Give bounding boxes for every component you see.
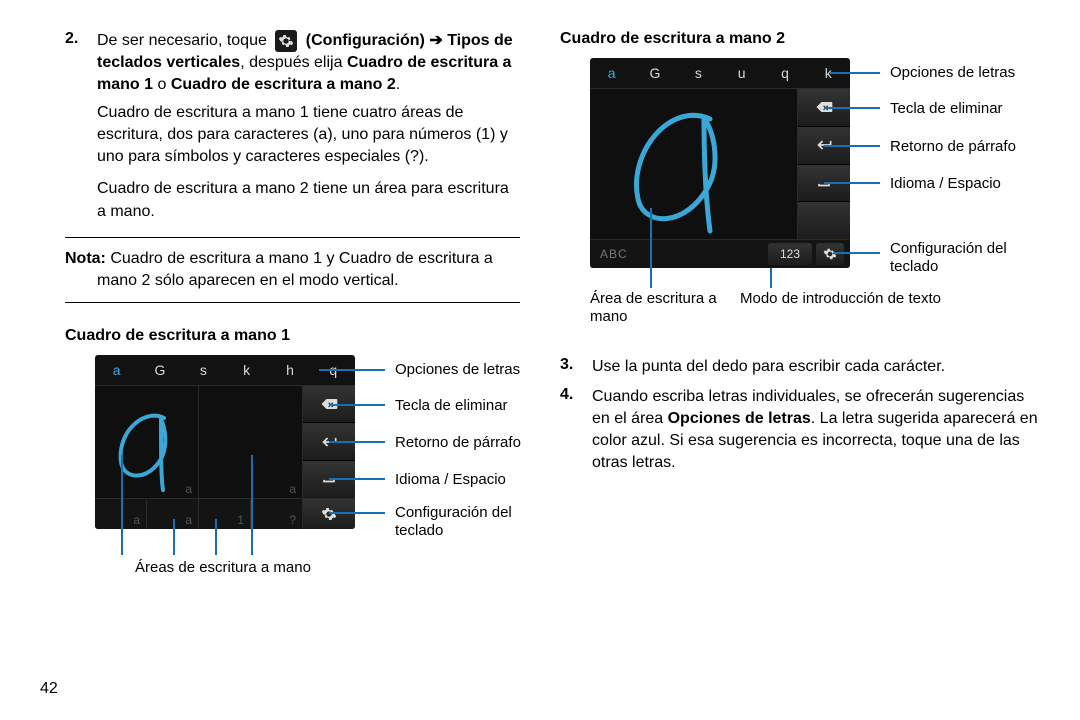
leader-line <box>834 252 880 254</box>
figure-2-title: Cuadro de escritura a mano 2 <box>560 30 1040 48</box>
leader-line <box>830 72 880 74</box>
below-label: Áreas de escritura a mano <box>135 559 311 577</box>
text: (Configuración) <box>306 32 425 49</box>
handwriting-subarea: ? <box>251 499 303 529</box>
paragraph: Cuadro de escritura a mano 2 tiene un ár… <box>97 178 520 222</box>
letter-option: k <box>225 362 268 378</box>
callout: Idioma / Espacio <box>395 471 506 489</box>
step-text: De ser necesario, toque (Configuración) … <box>97 30 520 223</box>
callout: Idioma / Espacio <box>890 175 1001 193</box>
gear-icon <box>275 30 297 52</box>
callout: Configuración del teclado <box>395 504 525 540</box>
note-label: Nota: <box>65 250 106 267</box>
callout: Retorno de párrafo <box>890 138 1016 156</box>
step-number: 2. <box>65 30 97 223</box>
leader-line <box>824 145 880 147</box>
mode-123-key: 123 <box>768 243 812 265</box>
callout: Configuración del teclado <box>890 240 1020 276</box>
handwriting-subarea: 1 <box>199 499 251 529</box>
leader-line <box>173 519 175 555</box>
step-4: 4. Cuando escriba letras individuales, s… <box>560 386 1040 474</box>
figure-1-title: Cuadro de escritura a mano 1 <box>65 327 520 345</box>
leader-line <box>650 208 652 288</box>
callout: Retorno de párrafo <box>395 434 521 452</box>
key-column <box>798 89 850 239</box>
leader-line <box>770 268 772 288</box>
abc-label: ABC <box>590 247 768 261</box>
step-text: Cuando escriba letras individuales, se o… <box>592 386 1040 474</box>
letter-option: a <box>590 65 633 81</box>
callout: Opciones de letras <box>890 64 1015 82</box>
text: . <box>396 76 400 93</box>
callout: Opciones de letras <box>395 361 520 379</box>
step-3: 3. Use la punta del dedo para escribir c… <box>560 356 1040 378</box>
text: o <box>153 76 171 93</box>
gear-key <box>303 499 355 529</box>
leader-line <box>824 107 880 109</box>
leader-line <box>329 404 385 406</box>
page-number: 42 <box>40 680 58 698</box>
step-text: Use la punta del dedo para escribir cada… <box>592 356 1040 378</box>
text: Opciones de letras <box>668 410 811 427</box>
letter-options-bar: a G s u q k <box>590 58 850 89</box>
leader-line <box>329 441 385 443</box>
figure-1: a G s k h q a a <box>95 355 520 635</box>
leader-line <box>824 182 880 184</box>
leader-line <box>251 455 253 555</box>
figure-2: a G s u q k <box>590 58 1040 348</box>
paragraph: Cuadro de escritura a mano 1 tiene cuatr… <box>97 102 520 168</box>
gear-key <box>816 243 844 265</box>
leader-line <box>329 512 385 514</box>
step-number: 4. <box>560 386 592 474</box>
note-block: Nota: Cuadro de escritura a mano 1 y Cua… <box>65 237 520 303</box>
letter-option: q <box>763 65 806 81</box>
leader-line <box>329 478 385 480</box>
below-label: Área de escritura a mano <box>590 290 730 326</box>
handwriting-area: a <box>95 386 199 498</box>
hint: a <box>185 482 192 496</box>
note-text: Cuadro de escritura a mano 1 y Cuadro de… <box>97 250 493 289</box>
leader-line <box>121 455 123 555</box>
leader-line <box>319 369 385 371</box>
handwriting-box-2: a G s u q k <box>590 58 850 268</box>
letter-option: h <box>268 362 311 378</box>
text: ➔ <box>429 32 442 49</box>
bottom-areas: a a 1 ? <box>95 498 355 529</box>
letter-option: s <box>182 362 225 378</box>
leader-line <box>215 519 217 555</box>
letter-option: s <box>677 65 720 81</box>
callout: Tecla de eliminar <box>395 397 508 415</box>
blank-key <box>798 202 850 239</box>
letter-options-bar: a G s k h q <box>95 355 355 386</box>
letter-option: u <box>720 65 763 81</box>
text: Cuadro de escritura a mano 2 <box>171 76 396 93</box>
step-2: 2. De ser necesario, toque (Configuració… <box>65 30 520 223</box>
hint: a <box>289 482 296 496</box>
callout: Tecla de eliminar <box>890 100 1003 118</box>
letter-option: G <box>633 65 676 81</box>
text: De ser necesario, toque <box>97 32 267 49</box>
handwriting-box-1: a G s k h q a a <box>95 355 355 529</box>
bottom-bar: ABC 123 <box>590 239 850 268</box>
text: , después elija <box>240 54 342 71</box>
step-number: 3. <box>560 356 592 378</box>
letter-option: G <box>138 362 181 378</box>
letter-option: a <box>95 362 138 378</box>
below-label: Modo de introducción de texto <box>740 290 941 308</box>
handwriting-area <box>590 89 798 239</box>
